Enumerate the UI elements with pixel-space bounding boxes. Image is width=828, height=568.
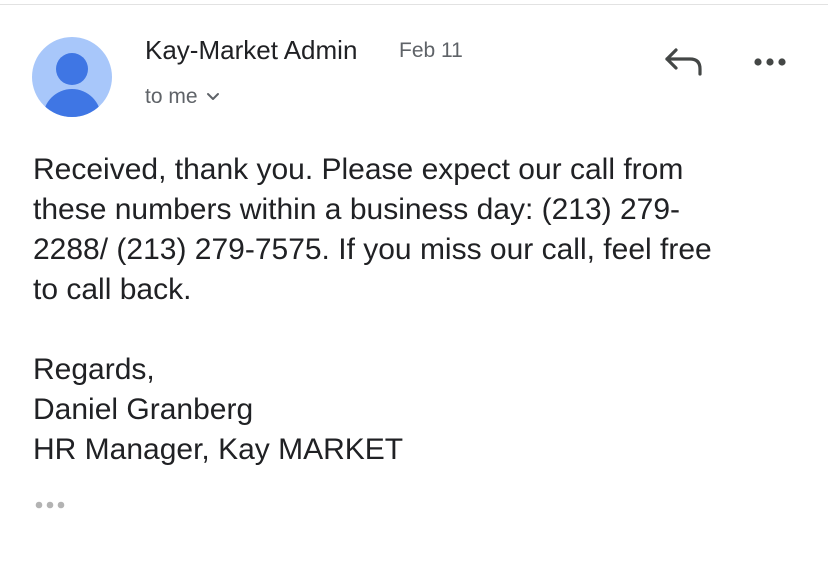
message-line: these numbers within a business day: (21…	[33, 193, 681, 226]
signature: Regards, Daniel Granberg HR Manager, Kay…	[33, 350, 813, 470]
message-line: to call back.	[33, 273, 192, 306]
signature-closing: Regards,	[33, 353, 155, 386]
message-line: 2288/ (213) 279-7575. If you miss our ca…	[33, 233, 712, 266]
message-line: Received, thank you. Please expect our c…	[33, 153, 684, 186]
sender-avatar[interactable]	[32, 37, 112, 117]
ellipsis-icon[interactable]	[33, 497, 73, 513]
reply-icon[interactable]	[662, 44, 706, 80]
message-paragraph: Received, thank you. Please expect our c…	[33, 150, 813, 310]
more-horizontal-icon[interactable]	[748, 52, 792, 72]
person-icon-head	[56, 53, 88, 85]
email-view: Kay-Market Admin Feb 11 to me Received, …	[0, 0, 828, 568]
recipient-toggle[interactable]: to me	[145, 85, 220, 109]
recipient-label: to me	[145, 85, 198, 108]
top-divider	[0, 4, 828, 5]
signature-name: Daniel Granberg	[33, 393, 254, 426]
email-body: Received, thank you. Please expect our c…	[33, 150, 813, 470]
person-icon-body	[43, 89, 101, 117]
sender-name[interactable]: Kay-Market Admin	[145, 35, 357, 66]
email-date: Feb 11	[399, 39, 463, 62]
signature-title: HR Manager, Kay MARKET	[33, 433, 404, 466]
chevron-down-icon	[206, 93, 219, 100]
